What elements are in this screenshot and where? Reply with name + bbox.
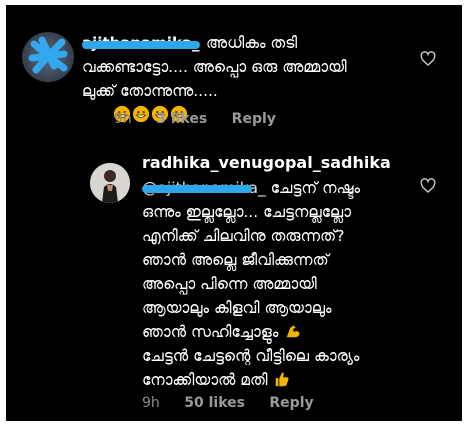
comment-time: 9h (114, 111, 132, 127)
redaction-scribble-icon (28, 36, 68, 74)
comment-meta: 9h 3 likes Reply (114, 111, 296, 127)
comment-text-line: ചേട്ടൻ ചേട്ടന്റെ വീട്ടിലെ കാര്യം (142, 347, 360, 365)
comment-time: 9h (142, 395, 160, 411)
profile-photo-icon (90, 163, 130, 203)
likes-count[interactable]: 50 likes (184, 395, 245, 411)
like-heart-icon[interactable] (420, 178, 436, 194)
reply-button[interactable]: Reply (232, 111, 276, 127)
user-avatar[interactable] (90, 163, 130, 203)
comment-text-line: ഞാൻ അല്ലെ ജീവിക്കുന്നത് (142, 251, 329, 269)
comment-username[interactable]: radhika_venugopal_sadhika (142, 151, 391, 175)
comment-text-line: അപ്പൊ പിന്നെ അമ്മായി (142, 275, 317, 293)
comment-meta: 9h 50 likes Reply (142, 395, 334, 411)
mention-redaction (142, 185, 252, 193)
likes-count[interactable]: 3 likes (156, 111, 207, 127)
reply-button[interactable]: Reply (269, 395, 313, 411)
like-heart-icon[interactable] (420, 51, 436, 67)
comment-text-line: എനിക്ക് ചിലവിനു തരുന്നത്? (142, 227, 345, 245)
user-avatar[interactable] (22, 32, 74, 82)
comment-text-line: ഞാൻ സഹിച്ചോളും (142, 320, 302, 344)
comment-thread: ajithanamika_ അധികം തടി വക്കണ്ടാട്ടോ....… (6, 5, 462, 421)
flexed-biceps-icon (286, 325, 300, 338)
username-redaction (82, 41, 200, 49)
comment-text-line: വക്കണ്ടാട്ടോ.... അപ്പൊ ഒരു അമ്മായി (82, 58, 347, 76)
comment-text-line: ഒന്നും ഇല്ലല്ലോ... ചേട്ടനല്ലല്ലോ (142, 203, 351, 221)
comment-text-line: നോക്കിയാൽ മതി (142, 368, 291, 392)
comment-text-line: ആയാലും കിളവി ആയാലും (142, 299, 332, 317)
comment-text-line: അധികം തടി (206, 34, 298, 52)
thumbs-up-icon (276, 372, 290, 387)
